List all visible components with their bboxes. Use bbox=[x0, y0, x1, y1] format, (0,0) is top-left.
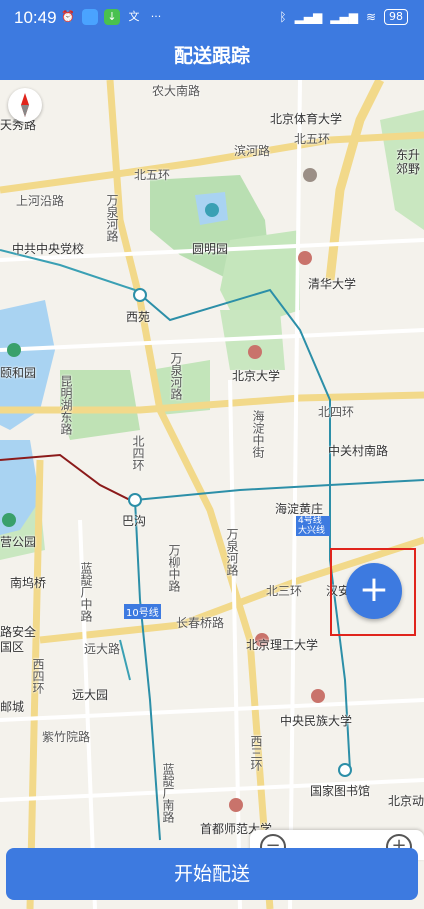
map-label: 颐和园 bbox=[0, 366, 37, 380]
map-label: 中央民族大学 bbox=[280, 714, 353, 728]
map-label: 万泉河路 bbox=[169, 352, 183, 400]
map-label: 滨河路 bbox=[234, 144, 271, 158]
map-label: 巴沟 bbox=[122, 514, 147, 528]
map-label: 远大路 bbox=[84, 642, 121, 656]
map-label: 北京动 bbox=[388, 794, 424, 808]
map-label: 邮城 bbox=[0, 700, 25, 714]
map-label: 西苑 bbox=[126, 310, 151, 324]
map-label: 北三环 bbox=[266, 584, 303, 598]
map-label: 圆明园 bbox=[192, 242, 229, 256]
notification-icons: ⏰ ↓ 文 ··· bbox=[60, 9, 164, 25]
map-label: 万泉河路 bbox=[225, 528, 239, 576]
translate-icon: 文 bbox=[128, 10, 140, 23]
app-notify-icon bbox=[82, 9, 98, 25]
signal-icon: ▂▄▆ bbox=[294, 10, 323, 24]
more-dots-icon: ··· bbox=[150, 10, 162, 23]
map-label: 国家图书馆 bbox=[310, 784, 371, 798]
map-label: 紫竹院路 bbox=[42, 730, 91, 744]
metro-line-badge: 4号线 大兴线 bbox=[296, 516, 330, 536]
map-label: 西三环 bbox=[249, 735, 263, 771]
map-label: 营公园 bbox=[0, 535, 37, 549]
map-label: 北四环 bbox=[131, 435, 145, 471]
map-label: 万柳中路 bbox=[167, 544, 181, 592]
bluetooth-icon: ᛒ bbox=[279, 10, 287, 24]
map-label: 国区 bbox=[0, 640, 25, 654]
wifi-icon: ≋ bbox=[365, 10, 376, 24]
map-view[interactable]: 农大南路 天秀路 北京体育大学 东升 郊野 滨河路 北五环 北五环 上河沿路 万… bbox=[0, 80, 424, 909]
map-label: 北四环 bbox=[318, 405, 355, 419]
map-label: 北五环 bbox=[134, 168, 171, 182]
map-label: 西四环 bbox=[31, 658, 45, 694]
status-time: 10:49 bbox=[14, 8, 57, 27]
map-label: 中共中央党校 bbox=[12, 242, 85, 256]
status-bar: 10:49 ⏰ ↓ 文 ··· ᛒ ▂▄▆ ▂▄▆ ≋ 98 bbox=[0, 0, 424, 36]
map-label: 远大园 bbox=[72, 688, 109, 702]
map-label: 长春桥路 bbox=[176, 616, 225, 630]
map-label: 北京大学 bbox=[232, 369, 281, 383]
map-label: 郊野 bbox=[396, 162, 421, 176]
alarm-icon: ⏰ bbox=[61, 10, 75, 23]
map-label: 北五环 bbox=[294, 132, 331, 146]
add-fab-button[interactable]: + bbox=[346, 563, 402, 619]
map-label: 蓝靛厂中路 bbox=[79, 562, 93, 622]
system-icons: ᛒ ▂▄▆ ▂▄▆ ≋ 98 bbox=[279, 9, 408, 25]
map-label: 海淀中街 bbox=[251, 410, 265, 458]
map-label: 海淀黄庄 bbox=[275, 502, 324, 516]
map-label: 中关村南路 bbox=[328, 444, 389, 458]
map-label: 北京体育大学 bbox=[270, 112, 343, 126]
map-label: 昆明湖东路 bbox=[59, 375, 73, 435]
compass-icon[interactable] bbox=[8, 88, 42, 122]
signal-icon-2: ▂▄▆ bbox=[330, 10, 358, 24]
metro-line-badge: 10号线 bbox=[124, 604, 161, 619]
map-label: 南坞桥 bbox=[10, 576, 47, 590]
map-label: 蓝靛厂南路 bbox=[161, 763, 175, 823]
map-label: 北京理工大学 bbox=[246, 638, 319, 652]
map-label: 清华大学 bbox=[308, 277, 357, 291]
battery-icon: 98 bbox=[384, 9, 408, 25]
map-label: 上河沿路 bbox=[16, 194, 65, 208]
page-title: 配送跟踪 bbox=[0, 36, 424, 80]
map-label: 农大南路 bbox=[152, 84, 201, 98]
download-icon: ↓ bbox=[104, 9, 120, 25]
start-delivery-button[interactable]: 开始配送 bbox=[6, 848, 418, 900]
map-label: 万泉河路 bbox=[105, 194, 119, 242]
